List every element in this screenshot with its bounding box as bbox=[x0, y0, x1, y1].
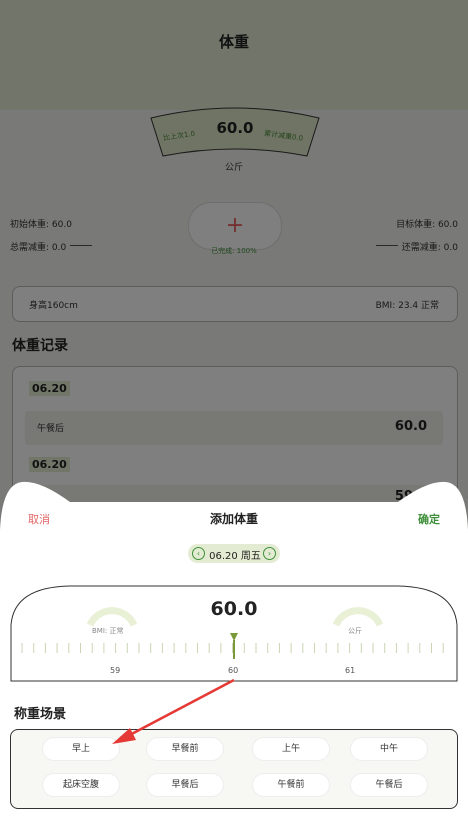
scene-option-noon[interactable]: 中午 bbox=[351, 738, 427, 760]
confirm-button[interactable]: 确定 bbox=[418, 511, 440, 527]
scene-option-forenoon[interactable]: 上午 bbox=[253, 738, 329, 760]
date-picker: ‹ 06.20 周五 › bbox=[188, 544, 280, 563]
tick-label: 59 bbox=[110, 666, 121, 675]
ruler-bmi-label: BMI: 正常 bbox=[92, 627, 124, 635]
date-label: 06.20 周五 bbox=[209, 551, 261, 562]
tick-label: 61 bbox=[345, 666, 356, 675]
tick-label: 60 bbox=[228, 666, 239, 675]
scene-option-after-lunch[interactable]: 午餐后 bbox=[351, 774, 427, 796]
scene-option-after-breakfast[interactable]: 早餐后 bbox=[147, 774, 223, 796]
prev-day-icon[interactable]: ‹ bbox=[192, 547, 205, 560]
next-day-icon[interactable]: › bbox=[263, 547, 276, 560]
scene-title: 称重场景 bbox=[14, 707, 67, 722]
ruler-value: 60.0 bbox=[210, 598, 258, 620]
scene-option-fasting-after-waking[interactable]: 起床空腹 bbox=[43, 774, 119, 796]
sheet-title: 添加体重 bbox=[209, 512, 258, 526]
scene-option-before-lunch[interactable]: 午餐前 bbox=[253, 774, 329, 796]
annotation-arrow-icon bbox=[112, 678, 235, 744]
ruler-unit-label: 公斤 bbox=[348, 627, 362, 635]
